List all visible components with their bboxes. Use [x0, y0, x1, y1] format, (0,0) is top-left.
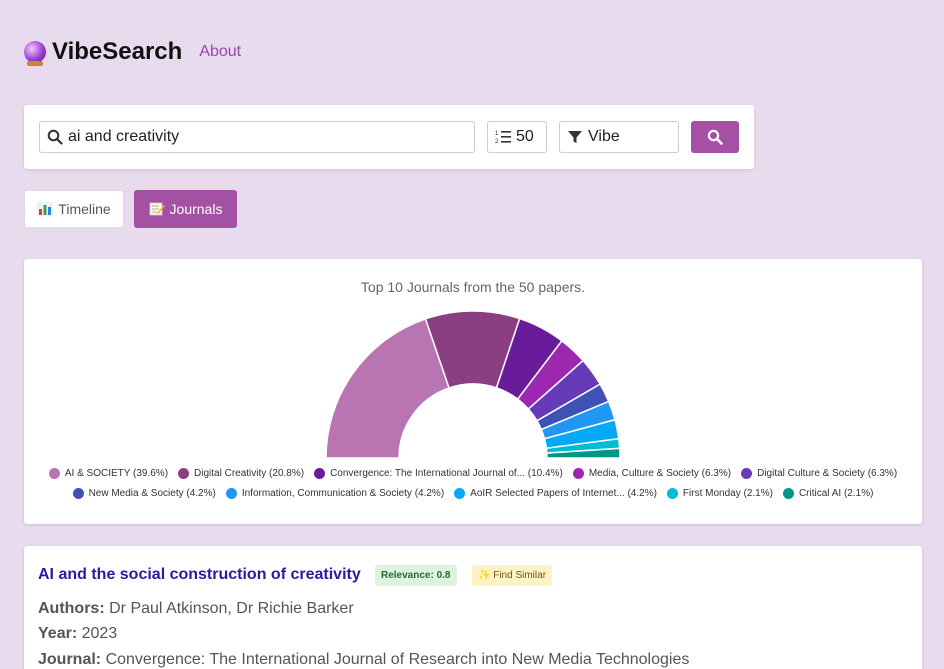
donut-slice-1[interactable] [325, 317, 451, 459]
legend-item[interactable]: First Monday (2.1%) [666, 488, 773, 499]
legend-item[interactable]: Media, Culture & Society (6.3%) [572, 468, 732, 479]
tab-journals-label: Journals [169, 201, 223, 217]
crystal-ball-icon [24, 41, 46, 66]
search-button[interactable] [691, 121, 739, 153]
legend-swatch [314, 468, 326, 479]
legend-item[interactable]: AI & SOCIETY (39.6%) [48, 468, 169, 479]
search-query-input[interactable] [68, 128, 474, 146]
chart-legend-row-1: AI & SOCIETY (39.6%) Digital Creativity (… [24, 468, 922, 479]
search-icon [47, 129, 63, 145]
legend-item[interactable]: New Media & Society (4.2%) [72, 488, 216, 499]
authors-label: Authors: [38, 600, 105, 617]
search-mode-value: Vibe [588, 128, 620, 145]
relevance-badge: Relevance: 0.8 [375, 565, 457, 586]
legend-label: AoIR Selected Papers of Internet... (4.2… [470, 488, 657, 499]
result-journal: Journal: Convergence: The International … [38, 651, 689, 669]
legend-swatch [48, 468, 60, 479]
authors-value: Dr Paul Atkinson, Dr Richie Barker [109, 600, 354, 617]
result-count-field[interactable]: 12 50 [487, 121, 547, 153]
legend-swatch [666, 488, 678, 499]
chart-legend-row-2: New Media & Society (4.2%) Information, C… [24, 488, 922, 499]
result-authors: Authors: Dr Paul Atkinson, Dr Richie Bar… [38, 600, 354, 618]
year-value: 2023 [81, 625, 118, 642]
legend-swatch [572, 468, 584, 479]
legend-swatch [178, 468, 190, 479]
legend-item[interactable]: Convergence: The International Journal o… [314, 468, 563, 479]
about-link[interactable]: About [199, 43, 241, 61]
search-icon [707, 129, 723, 145]
legend-item[interactable]: AoIR Selected Papers of Internet... (4.2… [454, 488, 657, 499]
result-card: AI and the social construction of creati… [24, 546, 922, 669]
header: VibeSearch About [24, 38, 241, 66]
filter-icon [567, 129, 583, 145]
legend-item[interactable]: Digital Culture & Society (6.3%) [741, 468, 897, 479]
legend-label: Information, Communication & Society (4.… [241, 488, 445, 499]
legend-swatch [454, 488, 466, 499]
legend-swatch [782, 488, 794, 499]
legend-label: Convergence: The International Journal o… [330, 468, 563, 479]
bar-chart-icon [37, 202, 54, 216]
legend-label: First Monday (2.1%) [682, 488, 773, 499]
legend-label: Critical AI (2.1%) [798, 488, 874, 499]
numbered-list-icon: 12 [495, 129, 511, 145]
legend-label: Digital Culture & Society (6.3%) [757, 468, 898, 479]
result-count-value: 50 [516, 128, 534, 145]
svg-text:1: 1 [495, 131, 499, 137]
legend-swatch [225, 488, 237, 499]
search-panel: 12 50 Vibe [24, 105, 754, 169]
search-mode-select[interactable]: Vibe [559, 121, 679, 153]
journal-label: Journal: [38, 651, 102, 668]
journals-chart-card: Top 10 Journals from the 50 papers. AI &… [24, 259, 922, 524]
legend-item[interactable]: Information, Communication & Society (4.… [225, 488, 445, 499]
result-title-link[interactable]: AI and the social construction of creati… [38, 566, 361, 584]
find-similar-button[interactable]: ✨ Find Similar [472, 565, 553, 586]
search-input[interactable] [39, 121, 475, 153]
legend-item[interactable]: Critical AI (2.1%) [782, 488, 874, 499]
journals-donut-chart [325, 310, 621, 459]
tab-timeline-label: Timeline [58, 201, 111, 217]
legend-label: Digital Creativity (20.8%) [194, 468, 305, 479]
legend-item[interactable]: Digital Creativity (20.8%) [178, 468, 304, 479]
tab-timeline[interactable]: Timeline [24, 190, 124, 228]
journal-value: Convergence: The International Journal o… [105, 651, 690, 668]
result-year: Year: 2023 [38, 625, 117, 643]
memo-icon [149, 202, 165, 216]
brand-title: VibeSearch [52, 38, 183, 65]
svg-text:2: 2 [495, 139, 499, 145]
legend-label: New Media & Society (4.2%) [88, 488, 216, 499]
legend-swatch [72, 488, 84, 499]
tab-journals[interactable]: Journals [134, 190, 237, 228]
legend-label: Media, Culture & Society (6.3%) [588, 468, 732, 479]
legend-swatch [741, 468, 753, 479]
legend-label: AI & SOCIETY (39.6%) [64, 468, 169, 479]
year-label: Year: [38, 625, 78, 642]
